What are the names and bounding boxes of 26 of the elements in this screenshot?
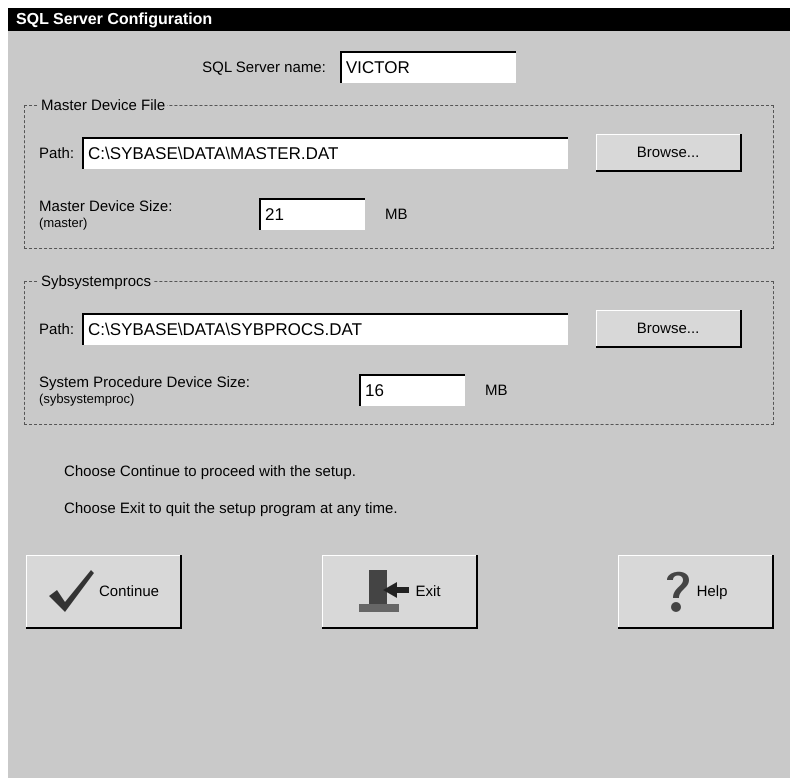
window-title: SQL Server Configuration [8,8,790,31]
path-label: Path: [39,320,74,338]
path-label: Path: [39,144,74,162]
checkmark-icon [46,568,95,614]
server-name-field[interactable]: VICTOR [340,51,516,83]
exit-door-icon [357,568,412,614]
group-title: Sybsystemprocs [40,273,152,290]
size-field[interactable]: 16 [359,374,465,406]
instruction-text: Choose Exit to quit the setup program at any time. [64,500,399,517]
instruction-text: Choose Continue to proceed with the setup. [64,463,357,480]
size-sublabel: (sybsystemproc) [39,391,136,406]
help-button[interactable]: Help [618,555,774,629]
unit-label: MB [485,382,508,398]
exit-button[interactable]: Exit [322,555,478,629]
size-sublabel: (master) [39,215,88,230]
group-title: Master Device File [40,97,166,114]
server-name-label: SQL Server name: [202,58,326,76]
path-field[interactable]: C:\SYBASE\DATA\MASTER.DAT [82,137,568,169]
size-field[interactable]: 21 [259,198,365,230]
unit-label: MB [385,206,408,222]
continue-button[interactable]: Continue [26,555,182,629]
size-label: System Procedure Device Size: [39,374,251,391]
browse-button[interactable]: Browse... [596,134,742,172]
size-label: Master Device Size: [39,198,174,215]
browse-button[interactable]: Browse... [596,310,742,348]
path-field[interactable]: C:\SYBASE\DATA\SYBPROCS.DAT [82,313,568,345]
